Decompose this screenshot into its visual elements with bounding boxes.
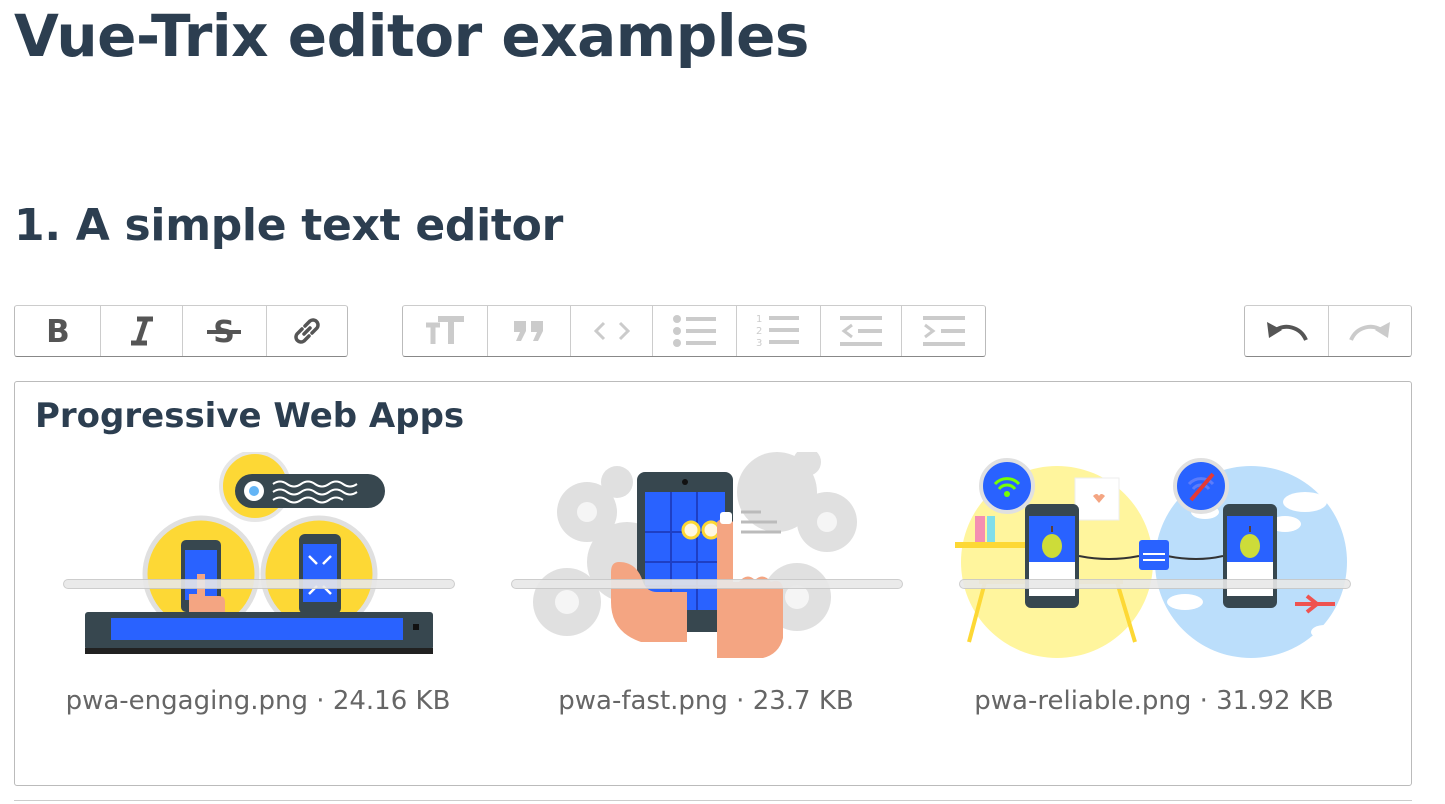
number-list-button[interactable]: 123	[735, 306, 820, 356]
indent-icon	[922, 316, 965, 346]
bullet-list-icon	[672, 315, 716, 347]
attachment-caption: pwa-engaging.png · 24.16 KB	[65, 686, 451, 716]
strikethrough-button[interactable]: S	[182, 306, 266, 356]
text-tools-group: B S	[14, 305, 348, 357]
redo-icon	[1349, 322, 1390, 341]
quote-icon	[514, 321, 544, 341]
code-button[interactable]	[570, 306, 652, 356]
strikethrough-icon: S	[207, 315, 242, 347]
pwa-engaging-image	[85, 452, 433, 654]
quote-button[interactable]	[486, 306, 571, 356]
editor-heading: Progressive Web Apps	[35, 396, 465, 436]
bold-button[interactable]: B	[15, 306, 100, 356]
page-title: Vue-Trix editor examples	[14, 2, 809, 70]
block-tools-group: 123	[402, 305, 986, 357]
pwa-fast-image	[533, 452, 857, 658]
indent-button[interactable]	[901, 306, 985, 356]
editor-content[interactable]: Progressive Web Apps pwa-engaging.png · …	[14, 381, 1412, 786]
heading-icon	[425, 316, 464, 344]
code-icon	[593, 321, 630, 341]
pwa-reliable-image	[955, 458, 1347, 658]
redo-button[interactable]	[1328, 306, 1411, 356]
svg-text:B: B	[46, 315, 70, 347]
upload-progress-bar	[959, 579, 1351, 589]
outdent-button[interactable]	[819, 306, 902, 356]
attachment-caption: pwa-fast.png · 23.7 KB	[558, 686, 854, 716]
history-tools-group	[1244, 305, 1412, 357]
section-divider	[14, 800, 1412, 801]
attachment-pwa-engaging[interactable]: pwa-engaging.png · 24.16 KB	[59, 452, 457, 732]
svg-text:1: 1	[756, 314, 762, 325]
bullet-list-button[interactable]	[652, 306, 736, 356]
italic-icon	[130, 316, 153, 346]
number-list-icon: 123	[756, 314, 800, 349]
link-button[interactable]	[265, 306, 348, 356]
editor-toolbar: B S 123	[14, 305, 1412, 359]
upload-progress-bar	[63, 579, 455, 589]
italic-button[interactable]	[100, 306, 182, 356]
attachment-caption: pwa-reliable.png · 31.92 KB	[974, 686, 1334, 716]
upload-progress-bar	[511, 579, 903, 589]
bold-icon: B	[46, 315, 70, 347]
attachment-pwa-fast[interactable]: pwa-fast.png · 23.7 KB	[507, 452, 905, 732]
attachment-pwa-reliable[interactable]: pwa-reliable.png · 31.92 KB	[955, 452, 1353, 732]
svg-text:3: 3	[756, 338, 762, 349]
outdent-icon	[839, 316, 882, 346]
undo-icon	[1266, 322, 1308, 341]
heading-button[interactable]	[403, 306, 487, 356]
link-icon	[294, 318, 320, 344]
undo-button[interactable]	[1245, 306, 1328, 356]
svg-text:2: 2	[756, 326, 762, 337]
section-title: 1. A simple text editor	[14, 200, 563, 251]
